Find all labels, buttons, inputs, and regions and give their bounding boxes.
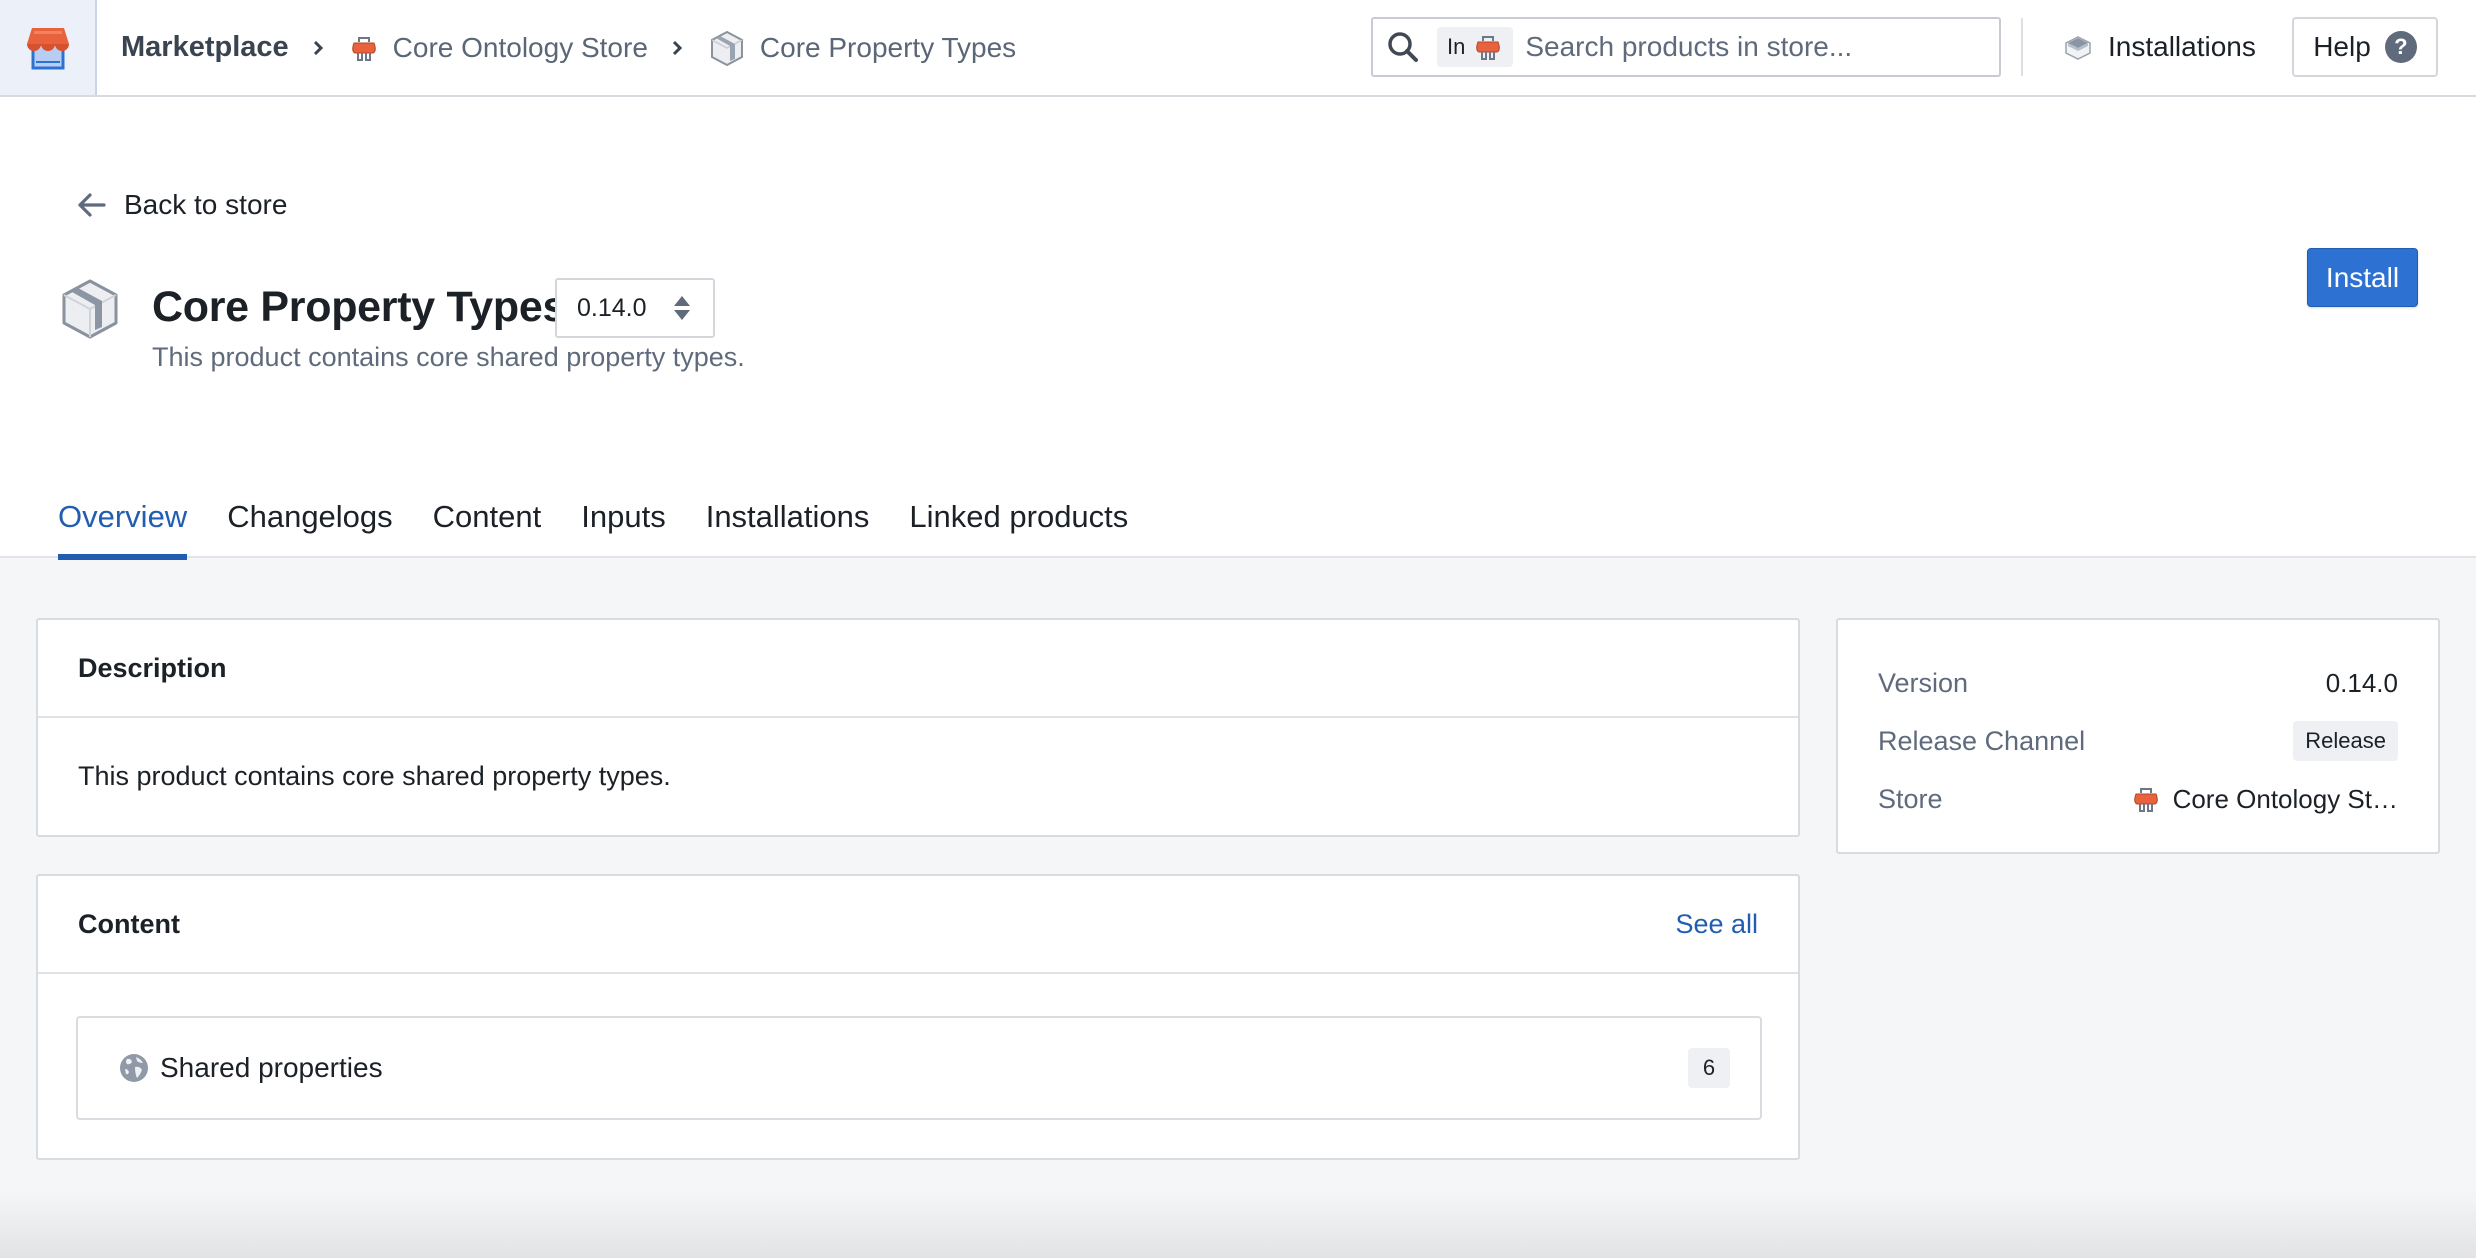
store-plug-icon bbox=[2133, 788, 2158, 812]
description-card-header: Description bbox=[38, 620, 1798, 718]
storefront-icon bbox=[26, 27, 69, 69]
info-row-release-channel: Release Channel Release bbox=[1878, 716, 2398, 766]
tab-content[interactable]: Content bbox=[433, 497, 542, 558]
back-to-store-link[interactable]: Back to store bbox=[76, 189, 287, 221]
info-row-store: Store Core Ontology St… bbox=[1878, 774, 2398, 824]
tab-overview[interactable]: Overview bbox=[58, 497, 188, 560]
version-select-value: 0.14.0 bbox=[577, 293, 647, 322]
store-label: Store bbox=[1878, 783, 1943, 814]
content-card-header: Content See all bbox=[38, 876, 1798, 974]
store-plug-icon bbox=[351, 36, 376, 61]
header-divider bbox=[2021, 18, 2023, 76]
see-all-link[interactable]: See all bbox=[1675, 909, 1758, 940]
top-navigation-bar: Marketplace Core Ontology Store Core Pro… bbox=[0, 0, 2476, 97]
bottom-shadow bbox=[0, 1190, 2476, 1258]
help-icon: ? bbox=[2384, 31, 2417, 63]
content-item-label: Shared properties bbox=[160, 1052, 383, 1083]
description-card-title: Description bbox=[78, 652, 227, 683]
installations-button[interactable]: Installations bbox=[2062, 22, 2256, 72]
release-channel-label: Release Channel bbox=[1878, 725, 2086, 756]
arrow-left-icon bbox=[78, 193, 106, 217]
search-input[interactable] bbox=[1525, 19, 1999, 75]
description-text: This product contains core shared proper… bbox=[78, 761, 671, 791]
release-channel-badge: Release bbox=[2293, 721, 2398, 761]
content-card: Content See all Shared properties 6 bbox=[36, 874, 1800, 1160]
breadcrumb-product-label: Core Property Types bbox=[759, 31, 1017, 63]
description-card: Description This product contains core s… bbox=[36, 618, 1800, 837]
breadcrumb: Marketplace Core Ontology Store Core Pro… bbox=[121, 0, 1016, 95]
version-select[interactable]: 0.14.0 bbox=[555, 278, 715, 338]
version-value: 0.14.0 bbox=[2325, 667, 2398, 698]
help-label: Help bbox=[2313, 31, 2371, 62]
store-name: Core Ontology St… bbox=[2172, 783, 2398, 814]
chevron-right-icon bbox=[309, 39, 327, 57]
tab-installations[interactable]: Installations bbox=[706, 497, 870, 558]
breadcrumb-store-label: Core Ontology Store bbox=[392, 31, 648, 63]
marketplace-home-button[interactable] bbox=[0, 0, 97, 95]
product-tabs: Overview Changelogs Content Inputs Insta… bbox=[58, 497, 1168, 560]
back-to-store-label: Back to store bbox=[124, 189, 288, 220]
tab-inputs[interactable]: Inputs bbox=[581, 497, 665, 558]
store-plug-icon bbox=[1476, 36, 1501, 60]
product-subtitle: This product contains core shared proper… bbox=[152, 342, 745, 372]
chevron-right-icon bbox=[668, 39, 686, 57]
installations-label: Installations bbox=[2108, 31, 2256, 62]
search-icon bbox=[1385, 29, 1421, 65]
product-title: Core Property Types bbox=[152, 283, 567, 331]
content-item-shared-properties[interactable]: Shared properties 6 bbox=[76, 1016, 1762, 1120]
version-label: Version bbox=[1878, 667, 1969, 698]
package-box-icon bbox=[58, 277, 122, 346]
content-item-count-badge: 6 bbox=[1688, 1048, 1730, 1088]
search-scope-chip[interactable]: In bbox=[1437, 27, 1514, 67]
store-link[interactable]: Core Ontology St… bbox=[2131, 784, 2398, 815]
product-header: Back to store Core Property Types 0.14.0… bbox=[0, 97, 2476, 560]
tab-changelogs[interactable]: Changelogs bbox=[227, 497, 392, 558]
installations-icon bbox=[2065, 36, 2091, 60]
package-box-icon bbox=[710, 30, 743, 66]
globe-icon bbox=[120, 1054, 148, 1082]
content-card-title: Content bbox=[78, 908, 180, 939]
info-row-version: Version 0.14.0 bbox=[1878, 658, 2398, 708]
tab-linked-products[interactable]: Linked products bbox=[909, 497, 1128, 558]
breadcrumb-store[interactable]: Core Ontology Store bbox=[349, 32, 648, 64]
breadcrumb-marketplace[interactable]: Marketplace bbox=[121, 31, 289, 64]
breadcrumb-product[interactable]: Core Property Types bbox=[708, 29, 1016, 67]
help-button[interactable]: Help ? bbox=[2292, 17, 2438, 77]
caret-up-down-icon bbox=[674, 296, 690, 320]
install-button[interactable]: Install bbox=[2307, 248, 2418, 307]
product-search-box[interactable]: In bbox=[1371, 17, 2001, 77]
product-info-card: Version 0.14.0 Release Channel Release S… bbox=[1836, 618, 2440, 854]
search-scope-prefix: In bbox=[1447, 34, 1466, 59]
